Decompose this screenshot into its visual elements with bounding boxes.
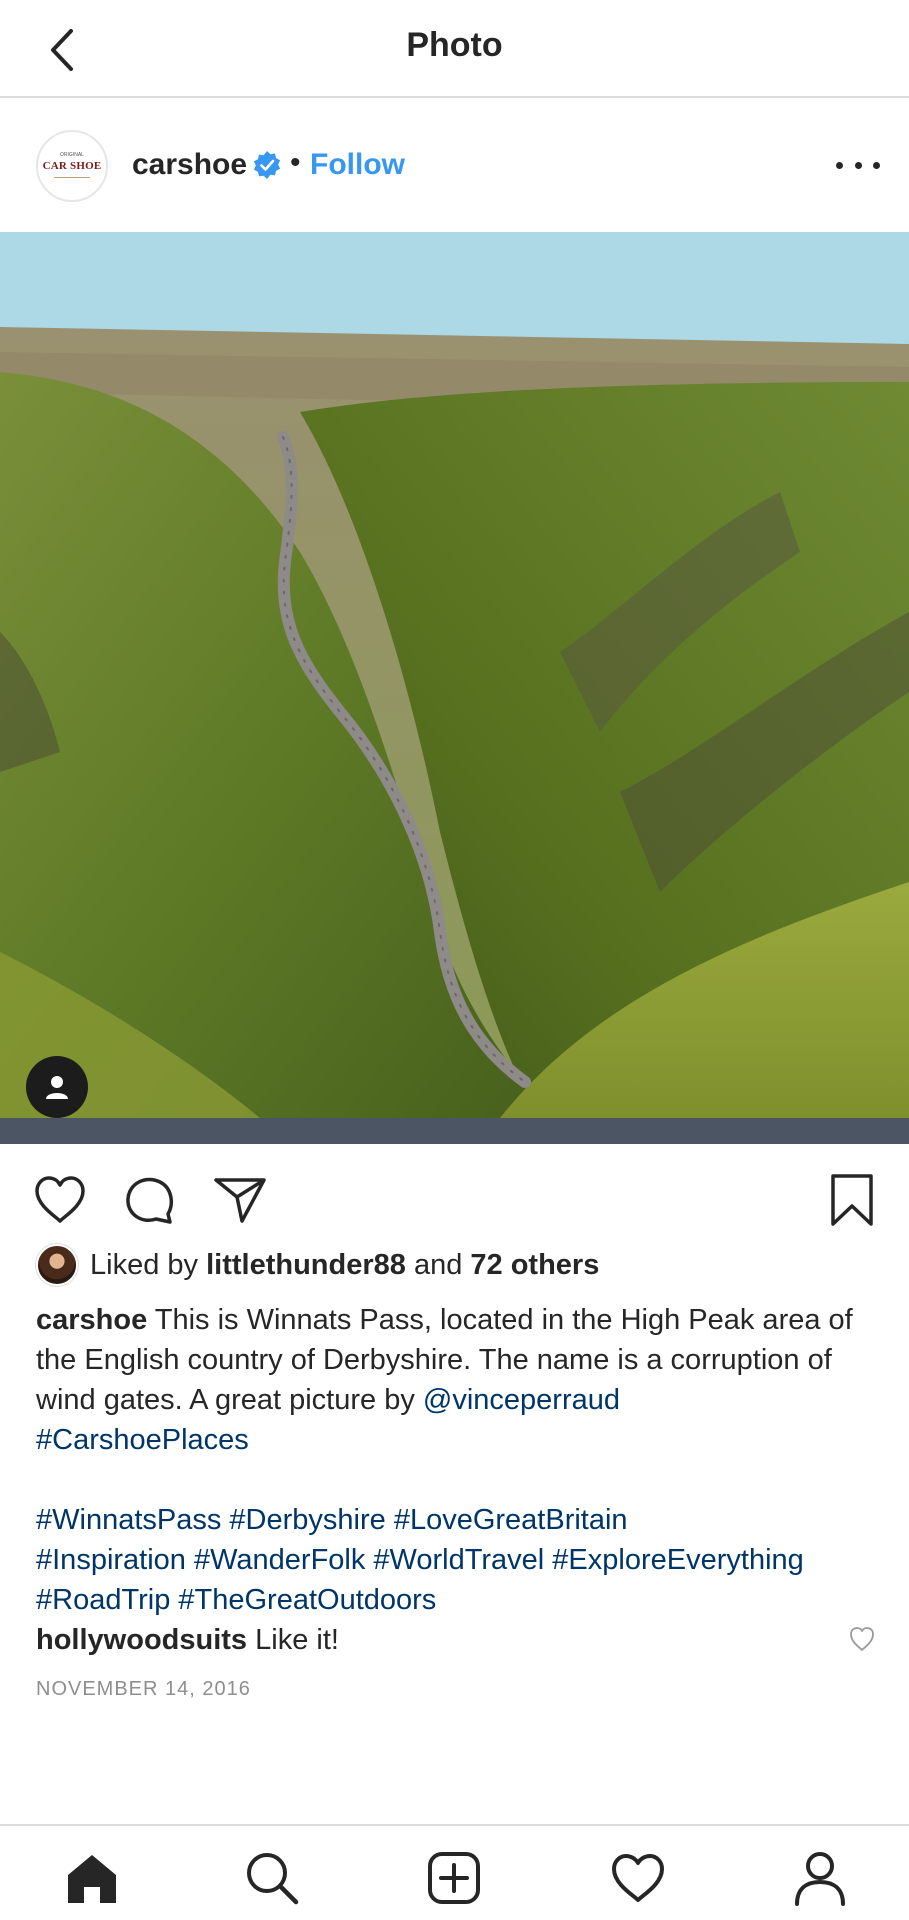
- post-date: NOVEMBER 14, 2016: [36, 1678, 251, 1700]
- post-username[interactable]: carshoe: [132, 148, 247, 182]
- like-button[interactable]: [30, 1170, 90, 1230]
- comment-heart-icon[interactable]: [848, 1625, 876, 1653]
- caption-hashtags: #WinnatsPass #Derbyshire #LoveGreatBrita…: [36, 1500, 886, 1620]
- likes-summary[interactable]: Liked by littlethunder88 and 72 others: [36, 1242, 599, 1288]
- liker-username[interactable]: littlethunder88: [206, 1249, 406, 1282]
- avatar-logo-rule: [54, 177, 90, 178]
- more-dot: [854, 161, 862, 169]
- post-actions: [0, 1158, 909, 1238]
- nav-activity[interactable]: [606, 1846, 670, 1910]
- hashtag-line[interactable]: #Inspiration #WanderFolk #WorldTravel #E…: [36, 1540, 886, 1580]
- nav-add-post[interactable]: [422, 1846, 486, 1910]
- profile-icon: [795, 1852, 845, 1906]
- hashtag-line[interactable]: #WinnatsPass #Derbyshire #LoveGreatBrita…: [36, 1500, 886, 1540]
- post-caption: carshoe This is Winnats Pass, located in…: [36, 1300, 876, 1460]
- heart-icon: [612, 1854, 664, 1902]
- avatar-logo-text: CAR SHOE: [42, 160, 102, 172]
- comment-username[interactable]: hollywoodsuits: [36, 1624, 247, 1656]
- more-dot: [836, 161, 843, 169]
- more-dot: [873, 161, 880, 169]
- share-button[interactable]: [210, 1170, 270, 1230]
- follow-button[interactable]: Follow: [310, 148, 405, 182]
- comment-text: Like it!: [247, 1624, 339, 1656]
- likes-and: and: [413, 1248, 463, 1281]
- nav-profile[interactable]: [788, 1846, 852, 1910]
- comment-row: hollywoodsuits Like it!: [36, 1620, 339, 1660]
- avatar-logo-subtext: ORIGINAL: [60, 152, 84, 158]
- avatar[interactable]: ORIGINAL CAR SHOE: [36, 130, 108, 202]
- paper-plane-icon: [214, 1178, 266, 1223]
- nav-home[interactable]: [60, 1846, 124, 1910]
- page-title: Photo: [406, 26, 503, 64]
- save-button[interactable]: [822, 1170, 882, 1230]
- caption-mention[interactable]: @vinceperraud: [423, 1384, 620, 1416]
- more-options-icon[interactable]: [836, 150, 880, 180]
- bottom-nav: [0, 1824, 909, 1920]
- top-bar: Photo: [0, 0, 909, 98]
- bookmark-icon: [831, 1174, 873, 1226]
- person-icon: [46, 1076, 68, 1099]
- separator-dot: •: [290, 146, 301, 179]
- comment-bubble-icon: [126, 1177, 174, 1224]
- verified-badge-icon: [253, 151, 281, 179]
- landscape-image: [0, 232, 909, 1144]
- likes-others[interactable]: 72 others: [470, 1249, 599, 1282]
- likes-prefix: Liked by: [90, 1248, 199, 1281]
- hashtag-line[interactable]: #RoadTrip #TheGreatOutdoors: [36, 1580, 886, 1620]
- home-icon: [68, 1855, 116, 1903]
- caption-hashtag[interactable]: #CarshoePlaces: [36, 1424, 249, 1456]
- heart-icon: [35, 1176, 85, 1223]
- nav-search[interactable]: [240, 1846, 304, 1910]
- search-icon: [247, 1853, 299, 1905]
- post-header: ORIGINAL CAR SHOE carshoe • Follow: [0, 100, 909, 232]
- add-post-icon: [428, 1852, 480, 1904]
- post-photo[interactable]: [0, 232, 909, 1144]
- liker-avatar[interactable]: [36, 1244, 78, 1286]
- person-tag-icon[interactable]: [26, 1056, 88, 1118]
- comment-button[interactable]: [120, 1170, 180, 1230]
- caption-username[interactable]: carshoe: [36, 1304, 147, 1336]
